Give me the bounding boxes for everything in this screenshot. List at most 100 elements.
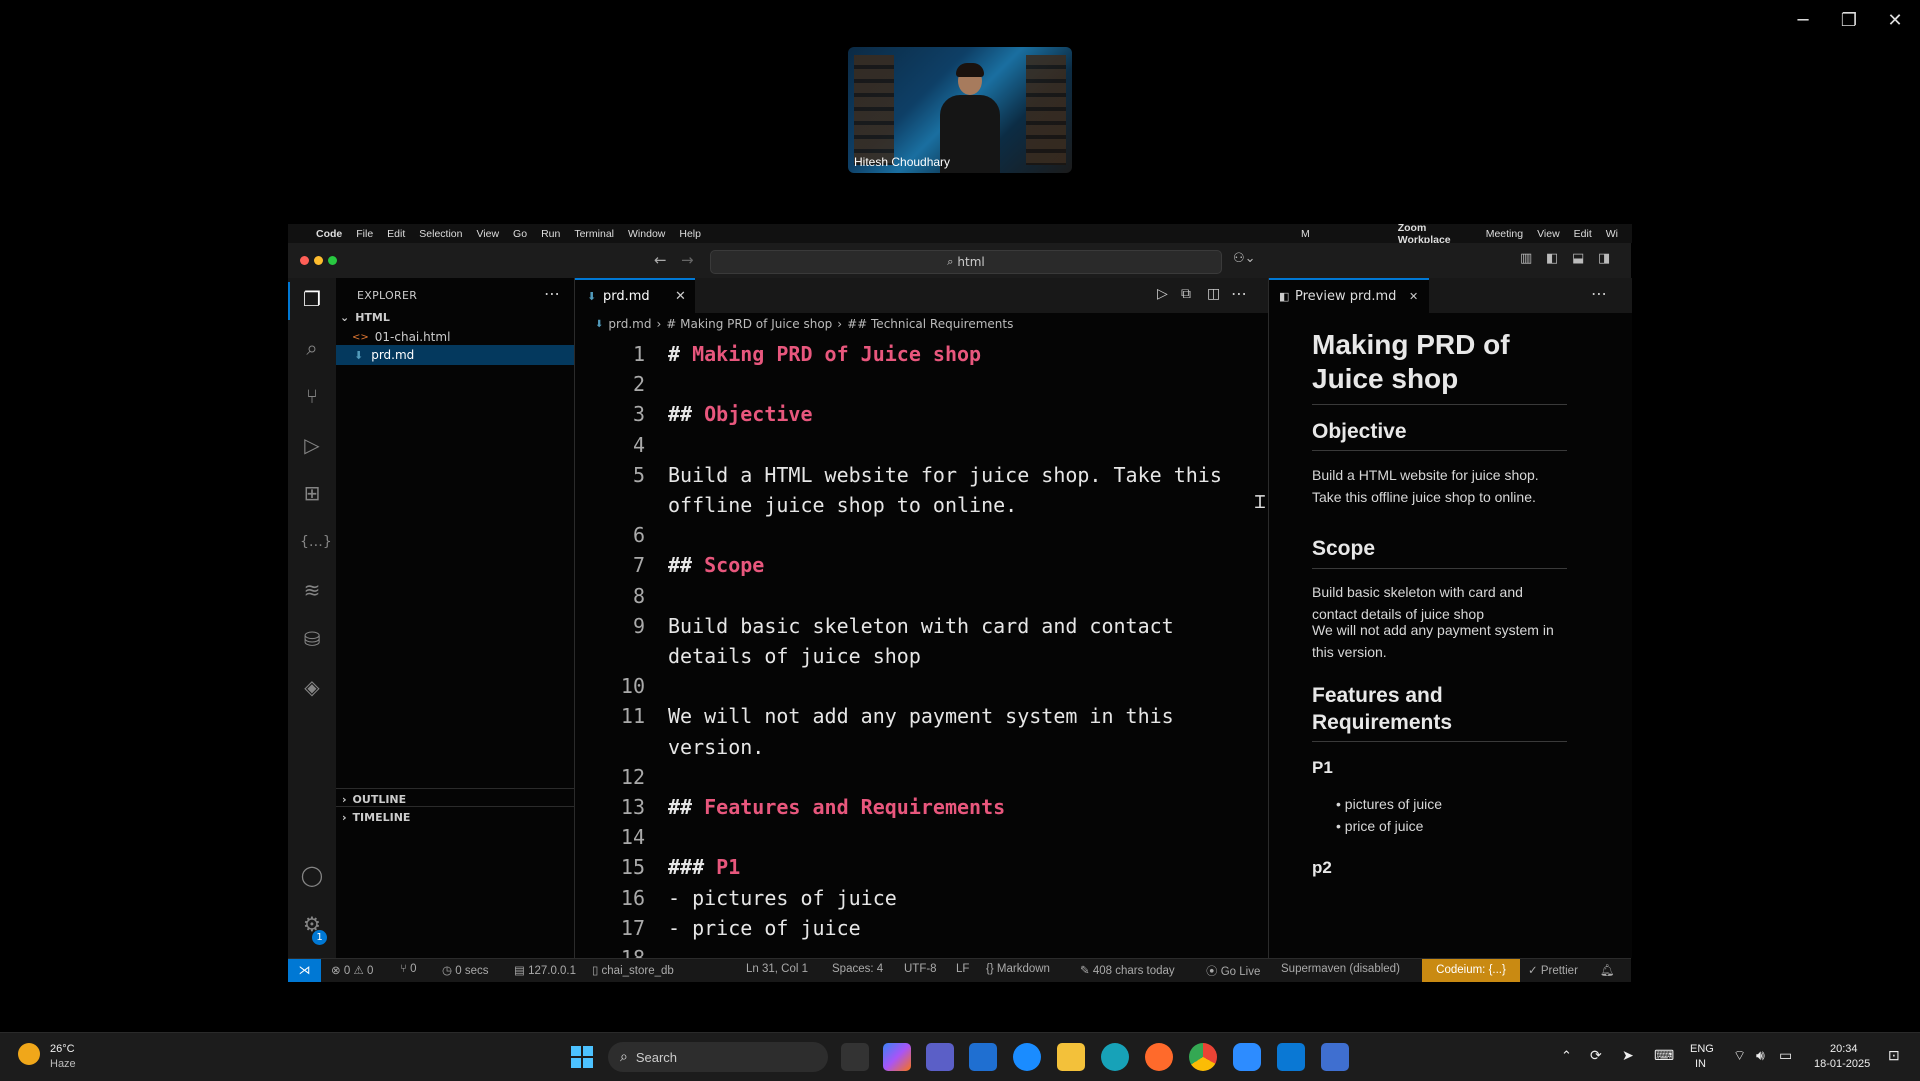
split-editor-icon[interactable]: ◫	[1207, 286, 1220, 302]
remote-icon[interactable]: ⋊	[288, 959, 321, 982]
store-icon[interactable]	[969, 1043, 997, 1071]
more-actions-icon[interactable]: ⋯	[1231, 284, 1247, 303]
volume-icon[interactable]: 🔊︎	[1756, 1047, 1765, 1064]
database-icon[interactable]: ⛁	[300, 627, 324, 651]
minimize-icon[interactable]: ─	[1780, 0, 1826, 40]
menu-meeting[interactable]: Meeting	[1486, 228, 1523, 240]
folder-html[interactable]: ⌄ HTML	[336, 307, 574, 327]
zoom-icon[interactable]	[1233, 1043, 1261, 1071]
task-view-icon[interactable]	[841, 1043, 869, 1071]
problems-status[interactable]: ⊗ 0 ⚠ 0	[331, 963, 373, 977]
language-eng[interactable]: ENG	[1690, 1043, 1714, 1055]
codeium-icon[interactable]: ≋	[300, 578, 324, 602]
timeline-section[interactable]: › TIMELINE	[336, 806, 574, 827]
forward-arrow-icon[interactable]: →	[681, 251, 694, 269]
breadcrumb-h2[interactable]: ## Technical Requirements	[847, 317, 1013, 331]
menu-code[interactable]: Code	[316, 228, 342, 240]
encoding[interactable]: UTF-8	[904, 963, 937, 975]
notepad-icon[interactable]	[1321, 1043, 1349, 1071]
help-icon[interactable]	[1013, 1043, 1041, 1071]
command-center-search[interactable]: ⌕ html	[710, 250, 1222, 274]
menu-edit[interactable]: Edit	[387, 228, 405, 240]
menu-terminal[interactable]: Terminal	[574, 228, 614, 240]
close-icon[interactable]: ✕	[1872, 0, 1918, 40]
time-status[interactable]: ◷ 0 secs	[442, 963, 488, 977]
breadcrumb-h1[interactable]: # Making PRD of Juice shop	[666, 317, 832, 331]
go-live[interactable]: ⦿ Go Live	[1206, 963, 1260, 979]
windows-start-icon[interactable]	[571, 1046, 593, 1068]
language-region[interactable]: IN	[1695, 1058, 1706, 1070]
menu-go[interactable]: Go	[513, 228, 527, 240]
layers-icon[interactable]: ◈	[300, 675, 324, 699]
account-icon[interactable]: ◯	[300, 863, 324, 887]
open-preview-icon[interactable]: ⧉	[1181, 286, 1191, 302]
toggle-panel-icon[interactable]: ⬓	[1572, 251, 1584, 266]
notification-icon[interactable]: ⊡	[1888, 1047, 1900, 1064]
restore-icon[interactable]: ❐	[1826, 0, 1872, 40]
menu-help[interactable]: Help	[679, 228, 701, 240]
toggle-sidebar-icon[interactable]: ◧	[1546, 251, 1558, 266]
close-traffic-light[interactable]	[300, 256, 309, 265]
cursor-position[interactable]: Ln 31, Col 1	[746, 963, 808, 975]
edge-icon[interactable]	[1101, 1043, 1129, 1071]
menu-run[interactable]: Run	[541, 228, 560, 240]
chrome-icon[interactable]	[1189, 1043, 1217, 1071]
clock-time[interactable]: 20:34	[1830, 1043, 1858, 1055]
supermaven-status[interactable]: Supermaven (disabled)	[1281, 963, 1400, 975]
source-control-icon[interactable]: ⑂	[300, 384, 324, 408]
extensions-icon[interactable]: ⊞	[300, 481, 324, 505]
menu-view[interactable]: View	[476, 228, 499, 240]
battery-icon[interactable]: ▭	[1779, 1047, 1792, 1064]
weather-icon[interactable]	[18, 1043, 40, 1065]
more-actions-icon[interactable]: ⋯	[1591, 284, 1607, 303]
copilot-icon[interactable]: ⚇⌄	[1233, 251, 1256, 266]
codeium-status[interactable]: Codeium: {...}	[1422, 959, 1520, 982]
send-icon[interactable]: ➤	[1622, 1047, 1634, 1064]
menu-zoom-view[interactable]: View	[1537, 228, 1560, 240]
zoom-video-tile[interactable]: Hitesh Choudhary	[848, 47, 1072, 173]
menu-file[interactable]: File	[356, 228, 373, 240]
server-status[interactable]: ▤ 127.0.0.1	[514, 963, 576, 977]
teams-icon[interactable]	[926, 1043, 954, 1071]
search-icon[interactable]: ⌕	[300, 336, 324, 360]
indentation[interactable]: Spaces: 4	[832, 963, 883, 975]
explorer-icon[interactable]: ❐	[300, 287, 324, 311]
vscode-icon[interactable]	[1277, 1043, 1305, 1071]
json-icon[interactable]: {…}	[300, 530, 332, 554]
tab-preview[interactable]: ◧ Preview prd.md ✕	[1269, 278, 1429, 313]
taskbar-search[interactable]: ⌕ Search	[608, 1042, 828, 1072]
more-actions-icon[interactable]: ⋯	[544, 284, 560, 303]
bell-icon[interactable]: 🔔︎	[1600, 963, 1615, 977]
sync-icon[interactable]: ⟳	[1590, 1047, 1602, 1064]
language-mode[interactable]: {} Markdown	[986, 963, 1050, 975]
keyboard-icon[interactable]: ⌨	[1654, 1047, 1674, 1064]
file-prd-md[interactable]: ⬇ prd.md	[336, 345, 574, 365]
minimize-traffic-light[interactable]	[314, 256, 323, 265]
menu-window[interactable]: Window	[628, 228, 665, 240]
brave-icon[interactable]	[1145, 1043, 1173, 1071]
weather-condition[interactable]: Haze	[50, 1058, 76, 1070]
wifi-icon[interactable]: ⌔	[1733, 1047, 1746, 1065]
chars-today[interactable]: ✎ 408 chars today	[1080, 963, 1175, 977]
menu-zoom-window[interactable]: Wi	[1606, 228, 1618, 240]
file-explorer-icon[interactable]	[1057, 1043, 1085, 1071]
tab-prd-md[interactable]: ⬇ prd.md ✕	[575, 278, 695, 313]
run-icon[interactable]: ▷	[1157, 286, 1168, 302]
end-of-line[interactable]: LF	[956, 963, 969, 975]
zoom-traffic-light[interactable]	[328, 256, 337, 265]
toggle-secondary-sidebar-icon[interactable]: ◨	[1598, 251, 1610, 266]
copilot-icon[interactable]	[883, 1043, 911, 1071]
close-tab-icon[interactable]: ✕	[675, 289, 686, 304]
chevron-up-icon[interactable]: ⌃	[1561, 1048, 1572, 1064]
close-tab-icon[interactable]: ✕	[1409, 290, 1418, 303]
file-01-chai-html[interactable]: <> 01-chai.html	[336, 327, 574, 347]
menu-selection[interactable]: Selection	[419, 228, 462, 240]
back-arrow-icon[interactable]: ←	[654, 251, 667, 269]
menu-zoom-workplace[interactable]: Zoom Workplace	[1398, 222, 1472, 246]
menu-zoom-edit[interactable]: Edit	[1574, 228, 1592, 240]
weather-temp[interactable]: 26°C	[50, 1043, 75, 1055]
ports-status[interactable]: ⑂ 0	[400, 963, 417, 975]
customize-layout-icon[interactable]: ▥	[1520, 251, 1532, 266]
clock-date[interactable]: 18-01-2025	[1814, 1058, 1870, 1070]
prettier-status[interactable]: ✓ Prettier	[1528, 963, 1578, 977]
